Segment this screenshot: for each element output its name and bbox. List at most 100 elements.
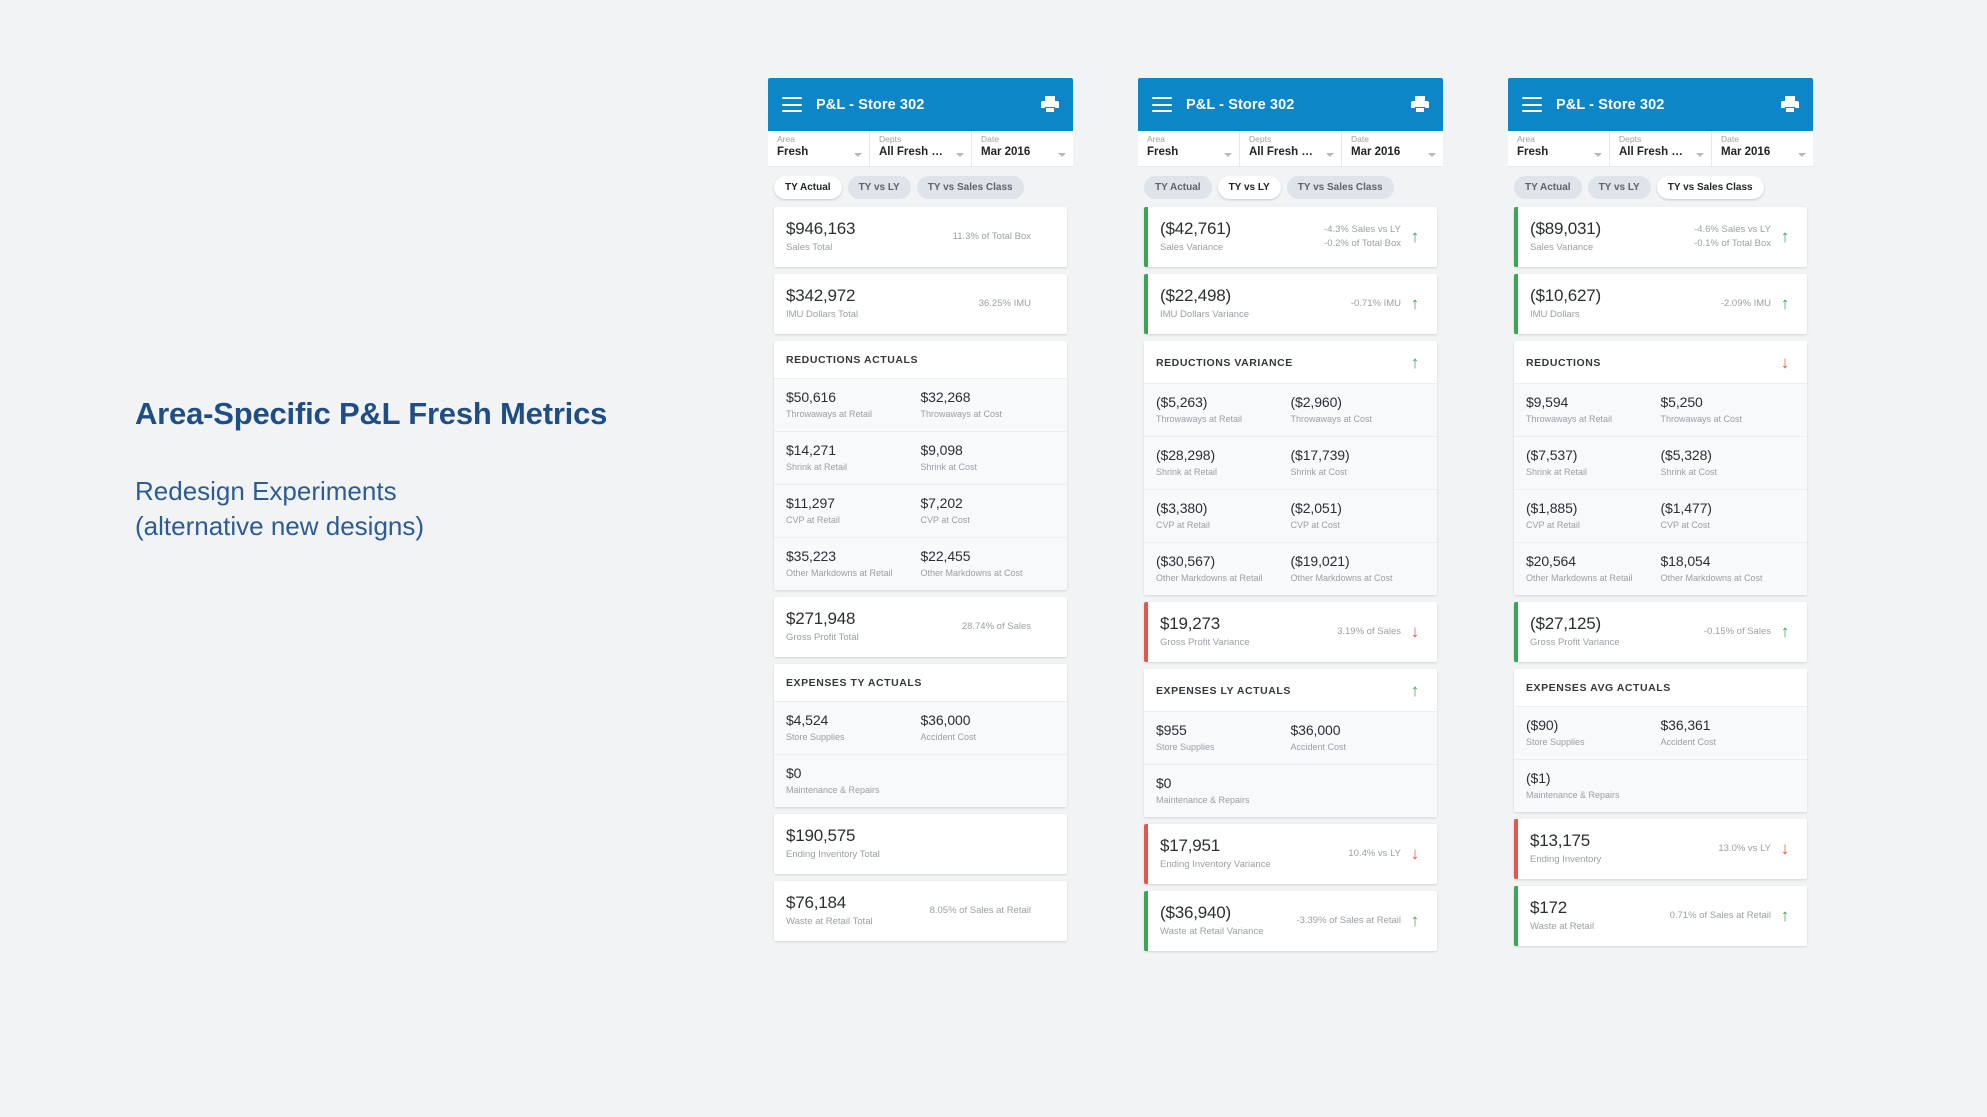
metric-row: ($27,125) Gross Profit Variance -0.15% of … bbox=[1518, 602, 1807, 662]
filter-label: Depts bbox=[879, 134, 902, 144]
metric-row: $271,948 Gross Profit Total 28.74% of Sale… bbox=[774, 597, 1067, 657]
section-header: EXPENSES LY ACTUALS ↑ bbox=[1144, 669, 1437, 712]
metric-row: ($10,627) IMU Dollars -2.09% IMU ↑ bbox=[1518, 274, 1807, 334]
pair-label: CVP at Retail bbox=[1156, 520, 1210, 530]
pair-value: ($7,537) bbox=[1526, 447, 1578, 463]
chevron-down-icon bbox=[1798, 153, 1806, 157]
metric-note: 11.3% of Total Box bbox=[953, 230, 1035, 244]
chevron-down-icon bbox=[1594, 153, 1602, 157]
metric-note-primary: -2.09% IMU bbox=[1720, 297, 1771, 309]
pair-cell: ($3,380) CVP at Retail bbox=[1156, 499, 1291, 532]
filter-value: Mar 2016 bbox=[1721, 146, 1771, 158]
trend-down-icon: ↓ bbox=[1780, 353, 1790, 372]
tab-ty-vs-sales-class[interactable]: TY vs Sales Class bbox=[1656, 176, 1764, 199]
tab-ty-actual[interactable]: TY Actual bbox=[1514, 176, 1582, 199]
metric-note-primary: 36.25% IMU bbox=[978, 297, 1031, 309]
pair-value: ($1) bbox=[1526, 770, 1551, 786]
expenses-section: EXPENSES TY ACTUALS $4,524 Store Supplies $… bbox=[774, 664, 1067, 807]
page-subtitle: Redesign Experiments (alternative new de… bbox=[135, 474, 695, 544]
pair-label: Store Supplies bbox=[1526, 737, 1585, 747]
tab-ty-vs-ly[interactable]: TY vs LY bbox=[847, 176, 911, 199]
metric-value: ($36,940) bbox=[1160, 903, 1231, 922]
summary-metric-2: ($22,498) IMU Dollars Variance -0.71% IMU ↑ bbox=[1144, 274, 1437, 334]
pair-cell: $20,564 Other Markdowns at Retail bbox=[1526, 552, 1661, 585]
metric-note-primary: 28.74% of Sales bbox=[961, 620, 1031, 632]
hamburger-icon[interactable] bbox=[1522, 97, 1542, 112]
printer-icon[interactable] bbox=[1411, 96, 1429, 113]
pair-value: $4,524 bbox=[786, 712, 829, 728]
metric-value: ($22,498) bbox=[1160, 286, 1231, 305]
caption-block: Area-Specific P&L Fresh Metrics Redesign… bbox=[135, 395, 695, 544]
filter-area[interactable]: Area Fresh bbox=[1508, 131, 1610, 166]
pair-cell: ($28,298) Shrink at Retail bbox=[1156, 446, 1291, 479]
tab-ty-vs-ly[interactable]: TY vs LY bbox=[1217, 176, 1281, 199]
filter-date[interactable]: Date Mar 2016 bbox=[1342, 131, 1443, 166]
section-header: REDUCTIONS ↓ bbox=[1514, 341, 1807, 384]
metric-note: -2.09% IMU bbox=[1721, 297, 1775, 311]
pair-value: ($5,263) bbox=[1156, 394, 1208, 410]
pair-cell: ($5,328) Shrink at Cost bbox=[1661, 446, 1796, 479]
filter-area[interactable]: Area Fresh bbox=[1138, 131, 1240, 166]
pair-cell: $11,297 CVP at Retail bbox=[786, 494, 921, 527]
filter-label: Area bbox=[1517, 134, 1535, 144]
tab-ty-vs-sales-class[interactable]: TY vs Sales Class bbox=[1286, 176, 1394, 199]
app-bar: P&L - Store 302 bbox=[1138, 78, 1443, 131]
filter-bar: Area Fresh Depts All Fresh Depar... Date Mar … bbox=[1138, 131, 1443, 167]
trend-down-icon: ↓ bbox=[1410, 622, 1420, 641]
pair-label: Shrink at Cost bbox=[920, 462, 978, 472]
metric-note-primary: 10.4% vs LY bbox=[1348, 847, 1401, 859]
summary-metric-2: ($10,627) IMU Dollars -2.09% IMU ↑ bbox=[1514, 274, 1807, 334]
metric-left: ($22,498) IMU Dollars Variance bbox=[1160, 285, 1351, 322]
printer-icon[interactable] bbox=[1041, 96, 1059, 113]
page-subtitle-line1: Redesign Experiments bbox=[135, 475, 397, 506]
filter-area[interactable]: Area Fresh bbox=[768, 131, 870, 166]
printer-icon[interactable] bbox=[1781, 96, 1799, 113]
pair-row: $50,616 Throwaways at Retail $32,268 Throwa… bbox=[774, 379, 1067, 432]
pair-value: $5,250 bbox=[1660, 394, 1703, 410]
filter-depts[interactable]: Depts All Fresh Depar... bbox=[1610, 131, 1712, 166]
pair-value: ($28,298) bbox=[1156, 447, 1216, 463]
trend-down-icon: ↓ bbox=[1410, 844, 1420, 863]
hamburger-icon[interactable] bbox=[1152, 97, 1172, 112]
pair-row: ($7,537) Shrink at Retail ($5,328) Shrink a… bbox=[1514, 437, 1807, 490]
footer-metric-1: $13,175 Ending Inventory 13.0% vs LY ↓ bbox=[1514, 819, 1807, 879]
pair-cell: $7,202 CVP at Cost bbox=[921, 494, 1056, 527]
chevron-down-icon bbox=[1058, 153, 1066, 157]
tab-ty-actual[interactable]: TY Actual bbox=[774, 176, 842, 199]
metric-note-secondary: -0.1% of Total Box bbox=[1694, 237, 1771, 249]
pair-label: CVP at Cost bbox=[1290, 520, 1340, 530]
metric-left: $271,948 Gross Profit Total bbox=[786, 608, 962, 645]
pair-value: ($17,739) bbox=[1290, 447, 1350, 463]
metric-label: IMU Dollars Total bbox=[786, 309, 859, 320]
filter-depts[interactable]: Depts All Fresh Depar... bbox=[1240, 131, 1342, 166]
reductions-section: REDUCTIONS ACTUALS $50,616 Throwaways at R… bbox=[774, 341, 1067, 590]
metric-note-primary: 8.05% of Sales at Retail bbox=[929, 904, 1031, 916]
pair-value: $20,564 bbox=[1526, 553, 1576, 569]
metric-left: ($36,940) Waste at Retail Variance bbox=[1160, 902, 1296, 939]
pair-label: Shrink at Cost bbox=[1660, 467, 1718, 477]
pair-cell: $9,594 Throwaways at Retail bbox=[1526, 393, 1661, 426]
filter-depts[interactable]: Depts All Fresh Depar... bbox=[870, 131, 972, 166]
metric-label: Gross Profit Variance bbox=[1160, 637, 1250, 648]
pair-value: $9,594 bbox=[1526, 394, 1569, 410]
pair-cell: $18,054 Other Markdowns at Cost bbox=[1661, 552, 1796, 585]
tab-ty-vs-ly[interactable]: TY vs LY bbox=[1587, 176, 1651, 199]
trend-up-icon: ↑ bbox=[1410, 681, 1420, 700]
metric-label: Ending Inventory bbox=[1530, 854, 1602, 865]
chevron-down-icon bbox=[1326, 153, 1334, 157]
card-body: ($89,031) Sales Variance -4.6% Sales vs LY… bbox=[1508, 207, 1813, 954]
pair-value: $0 bbox=[786, 765, 802, 781]
tab-ty-actual[interactable]: TY Actual bbox=[1144, 176, 1212, 199]
pair-label: CVP at Cost bbox=[920, 515, 970, 525]
pair-cell bbox=[1661, 769, 1796, 802]
metric-value: $19,273 bbox=[1160, 614, 1221, 633]
tab-ty-vs-sales-class[interactable]: TY vs Sales Class bbox=[916, 176, 1024, 199]
hamburger-icon[interactable] bbox=[782, 97, 802, 112]
filter-date[interactable]: Date Mar 2016 bbox=[1712, 131, 1813, 166]
pair-cell: $9,098 Shrink at Cost bbox=[921, 441, 1056, 474]
pair-row: $9,594 Throwaways at Retail $5,250 Throwawa… bbox=[1514, 384, 1807, 437]
metric-row: $172 Waste at Retail 0.71% of Sales at Ret… bbox=[1518, 886, 1807, 946]
pair-label: Store Supplies bbox=[786, 732, 845, 742]
pair-cell bbox=[1291, 774, 1426, 807]
filter-date[interactable]: Date Mar 2016 bbox=[972, 131, 1073, 166]
